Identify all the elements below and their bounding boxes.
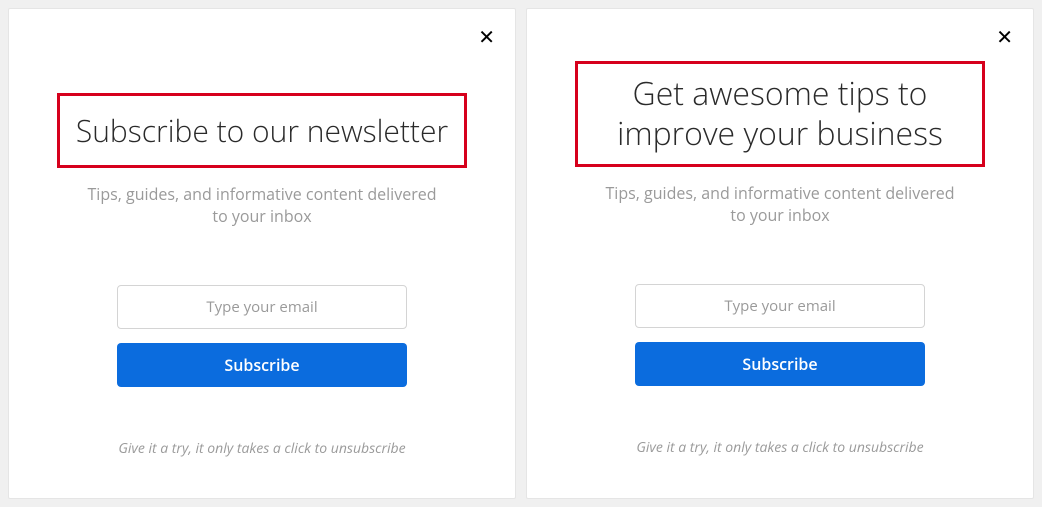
newsletter-popup-variant-b: ✕ Get awesome tips to improve your busin…: [526, 8, 1034, 499]
subscribe-button[interactable]: Subscribe: [635, 342, 925, 386]
heading-highlight-box: Get awesome tips to improve your busines…: [575, 61, 985, 167]
popup-subtitle: Tips, guides, and informative content de…: [600, 183, 960, 226]
popup-heading: Get awesome tips to improve your busines…: [578, 72, 982, 156]
email-input[interactable]: [635, 284, 925, 328]
email-input[interactable]: [117, 285, 407, 329]
popup-heading: Subscribe to our newsletter: [70, 110, 454, 152]
popup-subtitle: Tips, guides, and informative content de…: [82, 184, 442, 227]
close-icon[interactable]: ✕: [478, 27, 495, 47]
subscribe-button[interactable]: Subscribe: [117, 343, 407, 387]
close-icon[interactable]: ✕: [996, 27, 1013, 47]
newsletter-popup-variant-a: ✕ Subscribe to our newsletter Tips, guid…: [8, 8, 516, 499]
popup-footnote: Give it a try, it only takes a click to …: [118, 439, 405, 458]
heading-highlight-box: Subscribe to our newsletter: [57, 93, 467, 168]
popup-footnote: Give it a try, it only takes a click to …: [636, 438, 923, 457]
